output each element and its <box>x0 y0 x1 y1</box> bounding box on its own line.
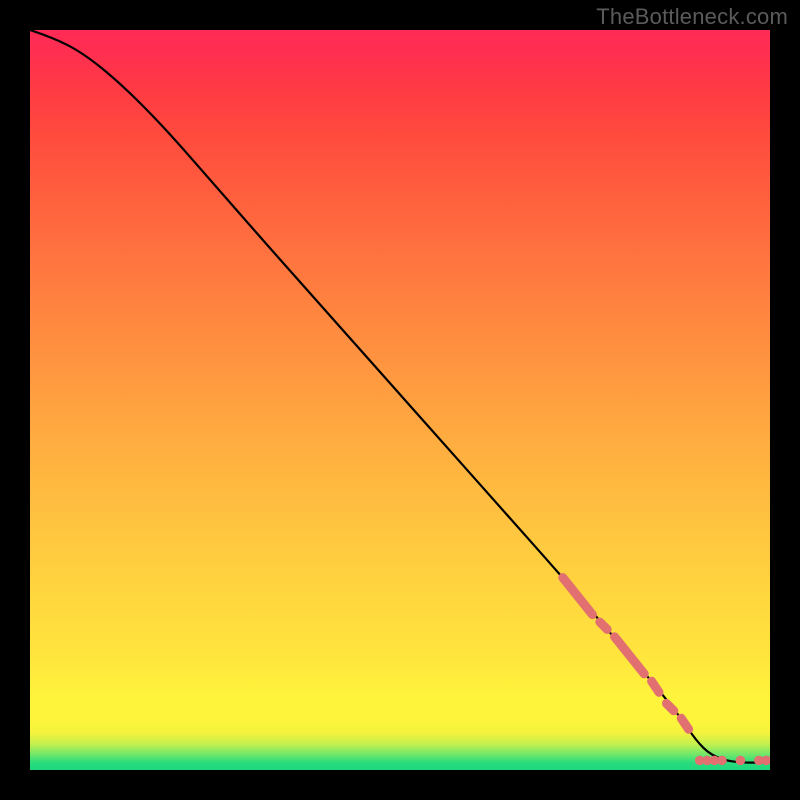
highlight-segment <box>600 622 607 629</box>
watermark-text: TheBottleneck.com <box>596 4 788 30</box>
highlight-segment <box>666 703 673 710</box>
highlight-segment <box>615 637 645 674</box>
highlight-dot <box>762 756 771 766</box>
chart-frame: TheBottleneck.com <box>0 0 800 800</box>
highlight-segment <box>652 681 659 692</box>
plot-svg-layer <box>30 30 770 770</box>
plot-area <box>30 30 770 770</box>
highlight-dot <box>717 756 727 766</box>
main-curve <box>30 30 770 763</box>
highlight-segment <box>681 718 688 729</box>
highlight-dot <box>736 756 746 766</box>
highlight-segment <box>563 578 593 615</box>
